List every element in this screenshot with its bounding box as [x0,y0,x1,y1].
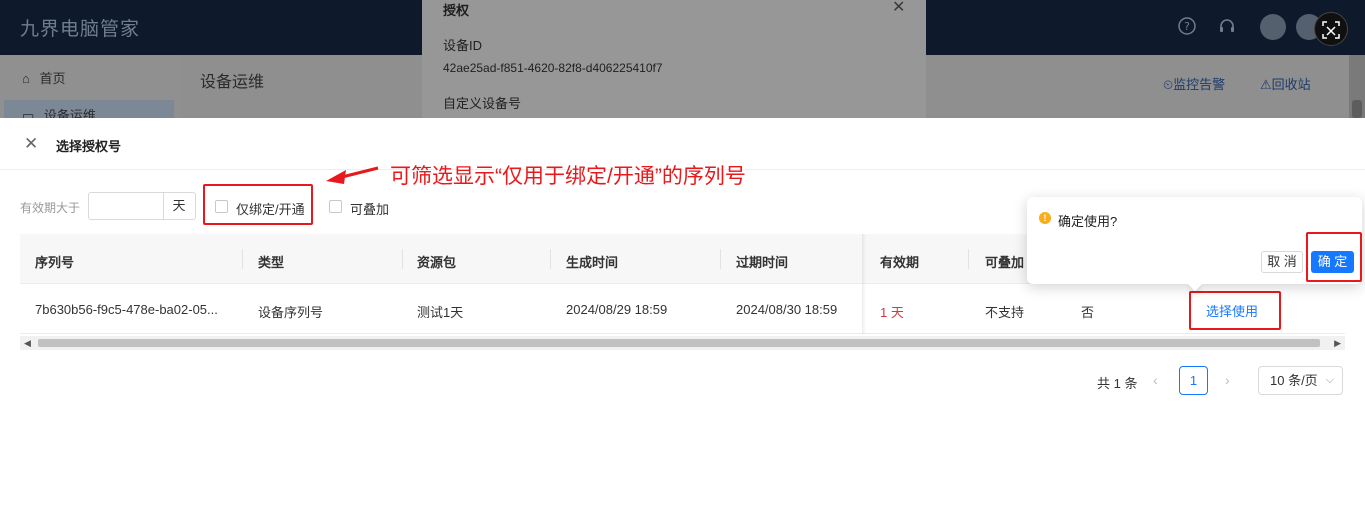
device-id-label: 设备ID [443,38,483,53]
cell-validity: 1 天 [880,305,904,320]
scroll-left-icon[interactable]: ◀ [24,336,31,350]
drawer-title: 选择授权号 [56,139,122,154]
cell-stackable: 不支持 [985,305,1025,320]
sidebar-item-label: 设备运维 [43,108,96,118]
app-title: 九界电脑管家 [20,19,141,40]
column-header-stackable[interactable]: 可叠加 [985,252,1024,271]
cell-expires: 2024/08/30 18:59 [736,302,838,317]
column-header-created[interactable]: 生成时间 [566,252,618,271]
column-header-serial[interactable]: 序列号 [35,252,74,271]
chevron-down-icon: ⌵ [1325,374,1334,386]
cell-package: 测试1天 [417,305,464,320]
cell-type: 设备序列号 [258,305,324,320]
annotation-arrow [326,166,379,184]
headset-icon[interactable] [1216,16,1238,38]
column-separator [402,249,403,269]
sidebar-item-device-ops[interactable]: ▭ 设备运维 [22,105,96,118]
help-icon[interactable]: ? [1176,16,1198,38]
table-horizontal-scrollbar[interactable]: ◀ ▶ [20,336,1345,350]
column-header-validity[interactable]: 有效期 [880,252,919,271]
home-icon: ⌂ [22,71,30,86]
page-size-value: 10 条/页 [1270,373,1318,388]
stackable-label[interactable]: 可叠加 [350,199,389,218]
next-page-icon[interactable]: › [1225,372,1230,388]
device-id-value: 42ae25ad-f851-4620-82f8-d406225410f7 [443,61,663,75]
table-row: 7b630b56-f9c5-478e-ba02-05... 设备序列号 测试1天… [20,284,1345,334]
close-icon[interactable]: ✕ [24,134,38,154]
custom-device-label: 自定义设备号 [443,96,522,111]
column-header-package[interactable]: 资源包 [417,252,456,271]
stackable-checkbox[interactable] [329,200,342,213]
monitor-alert-link[interactable]: ⏲监控告警 [1163,74,1225,93]
validity-unit-addon: 天 [163,192,196,220]
close-icon[interactable]: ✕ [892,0,905,17]
highlight-box-select [1189,291,1281,330]
fixed-column-shadow [862,234,866,334]
highlight-box-confirm [1306,232,1362,282]
exclamation-icon: ! [1039,212,1051,224]
column-separator [242,249,243,269]
pagination-current-page[interactable]: 1 [1179,366,1208,395]
alarm-icon: ⏲ [1163,77,1174,92]
sidebar-item-home[interactable]: ⌂ 首页 [22,68,66,87]
cell-created: 2024/08/29 18:59 [566,302,668,317]
monitor-icon: ▭ [22,108,35,118]
cell-extra: 否 [1081,305,1095,320]
page-title: 设备运维 [200,74,265,91]
column-separator [968,249,969,269]
column-header-type[interactable]: 类型 [258,252,284,271]
warning-triangle-icon: ⚠ [1260,77,1272,92]
validity-days-input[interactable] [88,192,164,220]
svg-text:?: ? [1184,20,1190,33]
validity-filter-label: 有效期大于 [20,201,81,215]
page-size-select[interactable]: 10 条/页 ⌵ [1258,366,1343,395]
sidebar-item-label: 首页 [39,71,66,86]
scrollbar-thumb[interactable] [38,339,1320,347]
pagination-total: 共 1 条 [1097,376,1138,391]
column-separator [550,249,551,269]
bell-icon[interactable] [1260,14,1286,40]
annotation-text: 可筛选显示“仅用于绑定/开通”的序列号 [390,165,746,188]
prev-page-icon[interactable]: ‹ [1153,372,1158,388]
select-license-drawer: ✕ 选择授权号 有效期大于 天 仅绑定/开通 可叠加 可筛选显示“仅用于绑定/开… [0,118,1365,505]
auth-dialog-title: 授权 [443,3,470,18]
cell-serial: 7b630b56-f9c5-478e-ba02-05... [35,302,218,317]
column-separator [720,249,721,269]
recycle-bin-link[interactable]: ⚠回收站 [1260,74,1311,93]
confirm-message: 确定使用? [1058,214,1118,229]
cancel-button[interactable]: 取 消 [1261,251,1303,273]
highlight-box-filter [203,184,313,225]
page-scrollbar-thumb[interactable] [1352,100,1362,118]
translate-icon[interactable] [1314,12,1348,46]
scroll-right-icon[interactable]: ▶ [1334,336,1341,350]
column-header-expires[interactable]: 过期时间 [736,252,788,271]
